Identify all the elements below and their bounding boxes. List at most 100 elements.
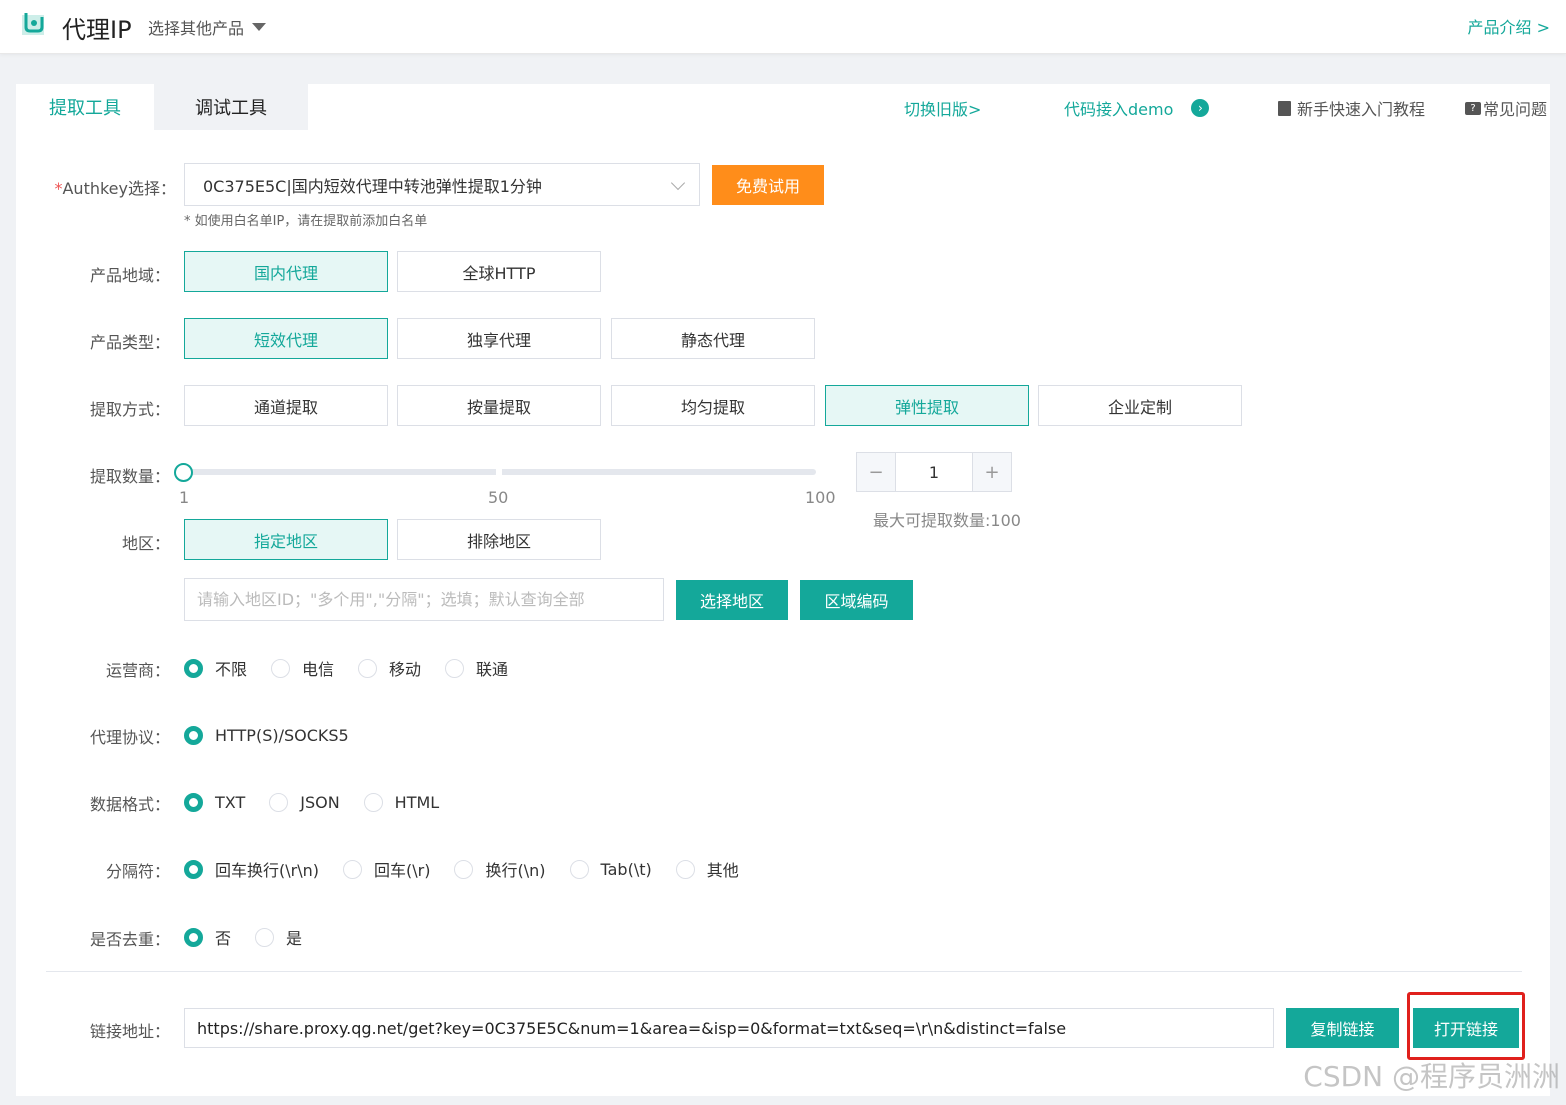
- area-option-exclude[interactable]: 排除地区: [397, 519, 601, 560]
- method-option-enterprise[interactable]: 企业定制: [1038, 385, 1242, 426]
- watermark: CSDN @程序员洲洲: [1303, 1060, 1560, 1093]
- slider-mark-max: 100: [805, 488, 836, 507]
- tutorial-link[interactable]: 新手快速入门教程: [1278, 96, 1425, 120]
- format-option-label: TXT: [215, 792, 246, 812]
- separator-option-label: 换行(\n): [485, 861, 546, 880]
- authkey-select[interactable]: 0C375E5C|国内短效代理中转池弹性提取1分钟: [184, 163, 700, 206]
- product-type-label: 产品类型：: [89, 333, 170, 352]
- tutorial-label: 新手快速入门教程: [1297, 100, 1426, 119]
- increment-button[interactable]: +: [973, 453, 1011, 491]
- separator-label: 分隔符：: [105, 862, 170, 881]
- slider-mark-min: 1: [179, 488, 190, 507]
- area-label: 地区：: [121, 534, 170, 553]
- region-option-domestic[interactable]: 国内代理: [184, 251, 388, 292]
- quantity-label: 提取数量：: [89, 467, 170, 486]
- format-radio-txt[interactable]: TXT: [184, 792, 246, 812]
- main-card: 提取工具 调试工具 切换旧版> 代码接入demo › 新手快速入门教程 ? 常见…: [16, 84, 1550, 1096]
- dedupe-radio-group: 否 是: [184, 925, 302, 949]
- product-select-label: 选择其他产品: [148, 19, 245, 38]
- isp-radio-group: 不限 电信 移动 联通: [184, 656, 508, 680]
- decrement-button[interactable]: −: [857, 453, 895, 491]
- separator-radio-crlf[interactable]: 回车换行(\r\n): [184, 857, 319, 881]
- authkey-label-text: Authkey选择：: [62, 179, 176, 198]
- area-id-input[interactable]: [184, 578, 664, 621]
- format-label: 数据格式：: [89, 795, 170, 814]
- free-trial-button[interactable]: 免费试用: [712, 165, 824, 205]
- separator-radio-group: 回车换行(\r\n) 回车(\r) 换行(\n) Tab(\t) 其他: [184, 857, 739, 881]
- format-option-label: HTML: [394, 792, 440, 812]
- radio-dot: [184, 927, 203, 947]
- area-option-specify[interactable]: 指定地区: [184, 519, 388, 560]
- logo-icon: [22, 13, 44, 35]
- top-actions: 切换旧版> 代码接入demo › 新手快速入门教程 ? 常见问题: [16, 96, 1550, 120]
- caret-down-icon: [252, 23, 267, 31]
- isp-radio-unicom[interactable]: 联通: [445, 656, 508, 680]
- isp-option-label: 电信: [302, 660, 335, 679]
- book-icon: [1278, 100, 1291, 116]
- divider: [46, 971, 1522, 972]
- radio-dot: [363, 792, 383, 812]
- dedupe-radio-yes[interactable]: 是: [255, 925, 302, 949]
- radio-dot: [184, 658, 203, 678]
- radio-dot: [569, 859, 589, 879]
- isp-radio-mobile[interactable]: 移动: [358, 656, 421, 680]
- chevron-down-icon: [670, 175, 686, 191]
- extract-link-field[interactable]: https://share.proxy.qg.net/get?key=0C375…: [184, 1008, 1274, 1048]
- switch-old-version-label: 切换旧版>: [904, 100, 982, 119]
- radio-dot: [184, 792, 203, 812]
- app-title: 代理IP: [62, 16, 132, 44]
- product-intro-link[interactable]: 产品介绍 >: [1468, 14, 1551, 38]
- dedupe-label: 是否去重：: [89, 930, 170, 949]
- method-option-volume[interactable]: 按量提取: [397, 385, 601, 426]
- separator-radio-cr[interactable]: 回车(\r): [343, 857, 430, 881]
- isp-option-label: 不限: [215, 660, 248, 679]
- isp-option-label: 移动: [389, 660, 422, 679]
- separator-option-label: 其他: [706, 861, 739, 880]
- link-label: 链接地址：: [89, 1022, 170, 1041]
- select-area-button[interactable]: 选择地区: [676, 580, 788, 620]
- separator-radio-other[interactable]: 其他: [675, 857, 739, 881]
- type-option-static[interactable]: 静态代理: [611, 318, 815, 359]
- isp-radio-telecom[interactable]: 电信: [271, 656, 334, 680]
- separator-radio-lf[interactable]: 换行(\n): [454, 857, 546, 881]
- area-code-button[interactable]: 区域编码: [800, 580, 913, 620]
- quantity-stepper: − 1 +: [856, 452, 1012, 492]
- code-demo-link[interactable]: 代码接入demo ›: [1064, 96, 1210, 120]
- radio-dot: [445, 658, 465, 678]
- code-demo-label: 代码接入demo: [1064, 100, 1174, 119]
- dedupe-radio-no[interactable]: 否: [184, 925, 231, 949]
- format-radio-json[interactable]: JSON: [269, 792, 340, 812]
- type-option-short[interactable]: 短效代理: [184, 318, 388, 359]
- faq-link[interactable]: ? 常见问题: [1465, 96, 1547, 120]
- dedupe-option-label: 否: [215, 929, 232, 948]
- method-option-uniform[interactable]: 均匀提取: [611, 385, 815, 426]
- method-option-channel[interactable]: 通道提取: [184, 385, 388, 426]
- format-radio-html[interactable]: HTML: [363, 792, 440, 812]
- product-select-dropdown[interactable]: 选择其他产品: [148, 15, 267, 39]
- copy-link-button[interactable]: 复制链接: [1286, 1008, 1399, 1048]
- isp-option-label: 联通: [476, 660, 509, 679]
- protocol-radio-group: HTTP(S)/SOCKS5: [184, 723, 349, 747]
- separator-radio-tab[interactable]: Tab(\t): [569, 859, 652, 879]
- format-option-label: JSON: [300, 792, 340, 812]
- switch-old-version-link[interactable]: 切换旧版>: [904, 96, 981, 120]
- isp-radio-any[interactable]: 不限: [184, 656, 247, 680]
- question-icon: ?: [1465, 101, 1481, 115]
- protocol-radio-http-socks5[interactable]: HTTP(S)/SOCKS5: [184, 725, 349, 745]
- dedupe-option-label: 是: [286, 929, 303, 948]
- radio-dot: [184, 859, 203, 879]
- whitelist-hint: * 如使用白名单IP，请在提取前添加白名单: [184, 214, 428, 229]
- slider-mark-mid: 50: [488, 488, 509, 507]
- arrow-right-circle-icon: ›: [1191, 99, 1210, 117]
- quantity-value[interactable]: 1: [895, 453, 973, 491]
- radio-dot: [358, 658, 378, 678]
- open-link-button[interactable]: 打开链接: [1413, 1008, 1519, 1048]
- type-option-exclusive[interactable]: 独享代理: [397, 318, 601, 359]
- radio-dot: [454, 859, 474, 879]
- quantity-slider-handle[interactable]: [174, 463, 193, 482]
- method-option-elastic[interactable]: 弹性提取: [825, 385, 1029, 426]
- region-option-global[interactable]: 全球HTTP: [397, 251, 601, 292]
- radio-dot: [675, 859, 695, 879]
- separator-option-label: 回车换行(\r\n): [215, 861, 319, 880]
- separator-option-label: 回车(\r): [374, 861, 431, 880]
